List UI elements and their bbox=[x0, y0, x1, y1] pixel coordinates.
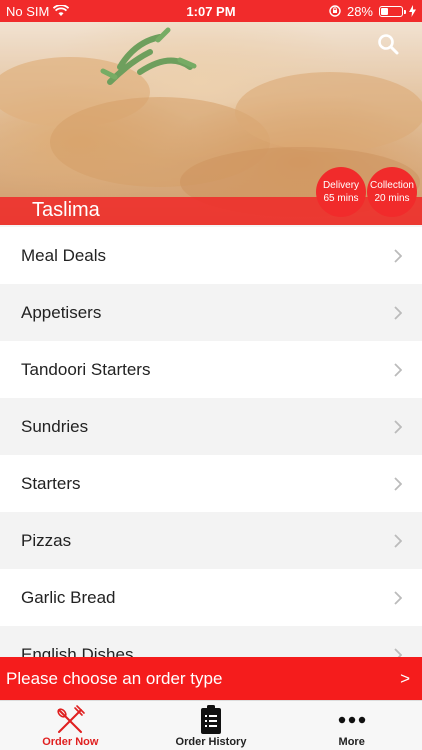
collection-badge: Collection 20 mins bbox=[367, 167, 417, 217]
chevron-right-icon bbox=[394, 419, 402, 434]
order-type-arrow: > bbox=[400, 668, 410, 688]
battery-icon bbox=[379, 5, 406, 17]
wifi-icon bbox=[53, 5, 70, 16]
hero-banner: Taslima Delivery 65 mins Collection 20 m… bbox=[0, 22, 422, 225]
tab-label: More bbox=[338, 736, 365, 748]
chevron-right-icon bbox=[394, 590, 402, 605]
tab-label: Order History bbox=[175, 736, 247, 748]
battery-percent: 28% bbox=[346, 3, 373, 19]
menu-item-label: English Dishes bbox=[21, 644, 134, 658]
tab-label: Order Now bbox=[42, 736, 99, 748]
menu-item-garlic-bread[interactable]: Garlic Bread bbox=[0, 569, 422, 626]
collection-time: 20 mins bbox=[374, 193, 410, 204]
chevron-right-icon bbox=[394, 305, 402, 320]
restaurant-name: Taslima bbox=[32, 199, 100, 221]
chevron-right-icon bbox=[394, 248, 402, 263]
menu-item-starters[interactable]: Starters bbox=[0, 455, 422, 512]
menu-item-sundries[interactable]: Sundries bbox=[0, 398, 422, 455]
search-icon[interactable] bbox=[376, 32, 400, 56]
chevron-right-icon bbox=[394, 476, 402, 491]
menu-item-label: Starters bbox=[21, 473, 81, 493]
menu-item-pizzas[interactable]: Pizzas bbox=[0, 512, 422, 569]
clipboard-icon bbox=[201, 705, 221, 734]
tab-more[interactable]: More bbox=[281, 701, 422, 750]
menu-item-label: Meal Deals bbox=[21, 245, 107, 265]
tab-bar: Order Now Order History More bbox=[0, 700, 422, 750]
menu-item-english-dishes[interactable]: English Dishes bbox=[0, 626, 422, 657]
menu-item-tandoori-starters[interactable]: Tandoori Starters bbox=[0, 341, 422, 398]
order-type-label: Please choose an order type bbox=[6, 668, 223, 688]
chevron-right-icon bbox=[394, 362, 402, 377]
charging-icon bbox=[409, 5, 416, 17]
menu-item-label: Tandoori Starters bbox=[21, 359, 151, 379]
menu-item-meal-deals[interactable]: Meal Deals bbox=[0, 227, 422, 284]
more-dots-icon bbox=[338, 716, 365, 724]
collection-label: Collection bbox=[370, 180, 414, 191]
tab-order-history[interactable]: Order History bbox=[141, 701, 282, 750]
tab-order-now[interactable]: Order Now bbox=[0, 701, 141, 750]
menu-item-appetisers[interactable]: Appetisers bbox=[0, 284, 422, 341]
delivery-time: 65 mins bbox=[323, 193, 359, 204]
status-bar: No SIM 1:07 PM 28% bbox=[0, 0, 422, 22]
chevron-right-icon bbox=[394, 533, 402, 548]
menu-category-list: Meal Deals Appetisers Tandoori Starters … bbox=[0, 227, 422, 657]
menu-item-label: Pizzas bbox=[21, 530, 72, 550]
menu-item-label: Sundries bbox=[21, 416, 89, 436]
carrier-label: No SIM bbox=[6, 3, 50, 19]
menu-item-label: Garlic Bread bbox=[21, 587, 116, 607]
orientation-lock-icon bbox=[329, 5, 341, 17]
delivery-badge: Delivery 65 mins bbox=[316, 167, 366, 217]
fork-knife-icon bbox=[57, 705, 86, 733]
menu-item-label: Appetisers bbox=[21, 302, 102, 322]
chevron-right-icon bbox=[394, 647, 402, 657]
delivery-label: Delivery bbox=[322, 180, 360, 191]
order-type-bar[interactable]: Please choose an order type > bbox=[0, 657, 422, 700]
